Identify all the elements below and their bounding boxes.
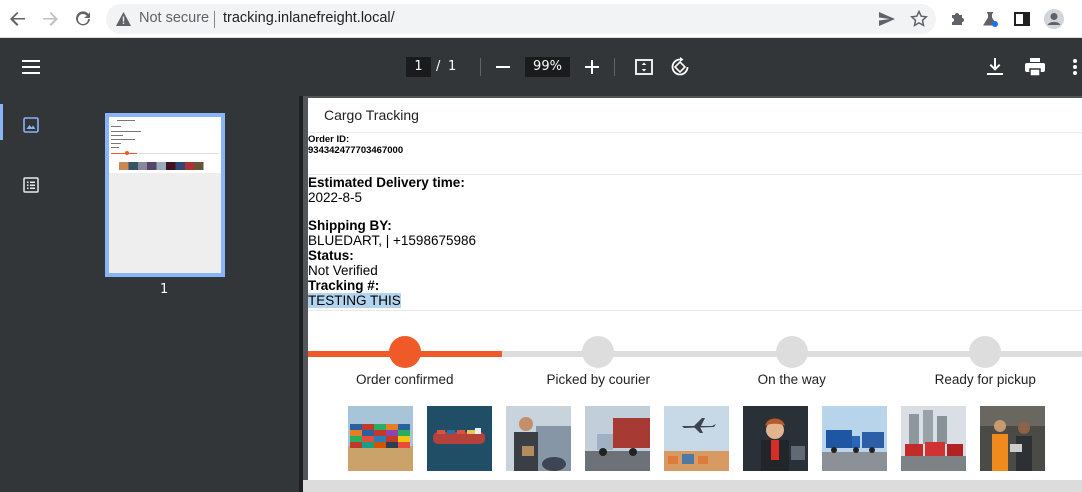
shipping-by-label: Shipping BY: [308, 218, 392, 233]
download-icon [987, 58, 1003, 75]
more-actions-button[interactable] [1063, 55, 1082, 79]
step-2-label: Picked by courier [546, 372, 651, 387]
delivery-time-value: 2022-8-5 [308, 190, 363, 205]
send-icon[interactable] [879, 12, 895, 26]
document-outline-icon [23, 177, 39, 193]
step-4-dot [969, 336, 1002, 368]
step-4-label: Ready for pickup [934, 372, 1036, 387]
page-thumbnail[interactable] [105, 113, 225, 277]
zoom-out-button[interactable] [491, 55, 515, 79]
image-thumbnail-icon [23, 117, 39, 133]
truck-photo [585, 406, 650, 471]
avatar-icon [1044, 9, 1064, 29]
header-divider [308, 132, 1082, 133]
tracking-value: TESTING THIS [308, 293, 401, 308]
toolbar-divider [614, 58, 615, 76]
browser-toolbar: Not secure tracking.inlanefreight.local/ [0, 0, 1082, 38]
arrow-left-icon [10, 12, 25, 26]
extension-flask-button[interactable] [978, 7, 1002, 31]
order-id-value: 934342477703467000 [308, 145, 404, 156]
arrow-right-icon [43, 12, 58, 26]
thumbnail-sidebar: 1 [0, 96, 299, 492]
truck-driver-woman-photo [743, 406, 808, 471]
url-text[interactable]: tracking.inlanefreight.local/ [223, 10, 395, 26]
page-number-input[interactable]: 1 [406, 57, 431, 77]
address-bar[interactable]: Not secure tracking.inlanefreight.local/ [106, 4, 936, 34]
security-label[interactable]: Not secure [139, 10, 209, 26]
more-vertical-icon [1073, 59, 1077, 75]
fit-page-button[interactable] [632, 55, 656, 79]
download-button[interactable] [983, 55, 1007, 79]
rotate-icon [671, 57, 689, 76]
toolbar-divider [480, 58, 481, 76]
page-gap [303, 480, 1082, 492]
status-label: Status: [308, 248, 354, 263]
warehouse-workers-photo [980, 406, 1045, 471]
rotate-button[interactable] [668, 55, 692, 79]
reload-button[interactable] [71, 7, 95, 31]
zoom-in-button[interactable] [580, 55, 604, 79]
thumbnail-preview [109, 117, 221, 273]
step-1-label: Order confirmed [355, 372, 454, 387]
active-tab-indicator [0, 104, 3, 140]
courier-man-photo [506, 406, 571, 471]
step-2-dot [582, 336, 615, 368]
extensions-button[interactable] [946, 7, 970, 31]
thumbnail-page-number: 1 [160, 282, 169, 297]
pdf-page: Cargo Tracking Order ID: 934342477703467… [308, 98, 1082, 480]
cargo-ship-photo [427, 406, 492, 471]
shipping-containers-photo [348, 406, 413, 471]
pdf-toolbar: 1 / 1 99% [0, 38, 1082, 96]
cargo-plane-photo [664, 406, 729, 471]
forward-button[interactable] [38, 7, 62, 31]
bookmark-star-icon[interactable] [910, 10, 928, 28]
outline-tab[interactable] [20, 174, 42, 196]
fit-to-page-icon [635, 59, 653, 75]
blue-trucks-photo [822, 406, 887, 471]
plus-icon [585, 60, 599, 74]
details-divider [308, 310, 1082, 311]
status-value: Not Verified [308, 263, 378, 278]
flask-icon [983, 12, 998, 27]
side-panel-icon [1014, 12, 1030, 26]
page-total: 1 [448, 59, 457, 74]
side-panel-button[interactable] [1010, 7, 1034, 31]
thumbnail-photo-strip [119, 162, 213, 170]
minus-icon [496, 66, 510, 68]
order-id-label: Order ID: [308, 134, 350, 145]
step-3-label: On the way [757, 372, 826, 387]
puzzle-icon [952, 13, 964, 25]
omnibox-divider [214, 11, 215, 28]
profile-button[interactable] [1042, 7, 1066, 31]
back-button[interactable] [6, 7, 30, 31]
reload-icon [76, 11, 90, 26]
tracking-label: Tracking #: [308, 278, 380, 293]
document-viewport[interactable]: Cargo Tracking Order ID: 934342477703467… [303, 96, 1082, 492]
thumbnails-tab[interactable] [20, 114, 42, 136]
page-title: Cargo Tracking [324, 107, 419, 123]
printer-icon [1025, 58, 1045, 76]
page-separator: / [436, 59, 441, 74]
red-trucks-photo [901, 406, 966, 471]
step-1-dot [388, 336, 421, 368]
zoom-input[interactable]: 99% [525, 57, 570, 77]
warning-icon [116, 12, 131, 26]
print-button[interactable] [1023, 55, 1047, 79]
shipping-by-value: BLUEDART, | +1598675986 [308, 233, 476, 248]
hamburger-menu-icon [22, 60, 40, 74]
step-3-dot [775, 336, 808, 368]
menu-button[interactable] [19, 55, 43, 79]
delivery-time-label: Estimated Delivery time: [308, 175, 465, 190]
